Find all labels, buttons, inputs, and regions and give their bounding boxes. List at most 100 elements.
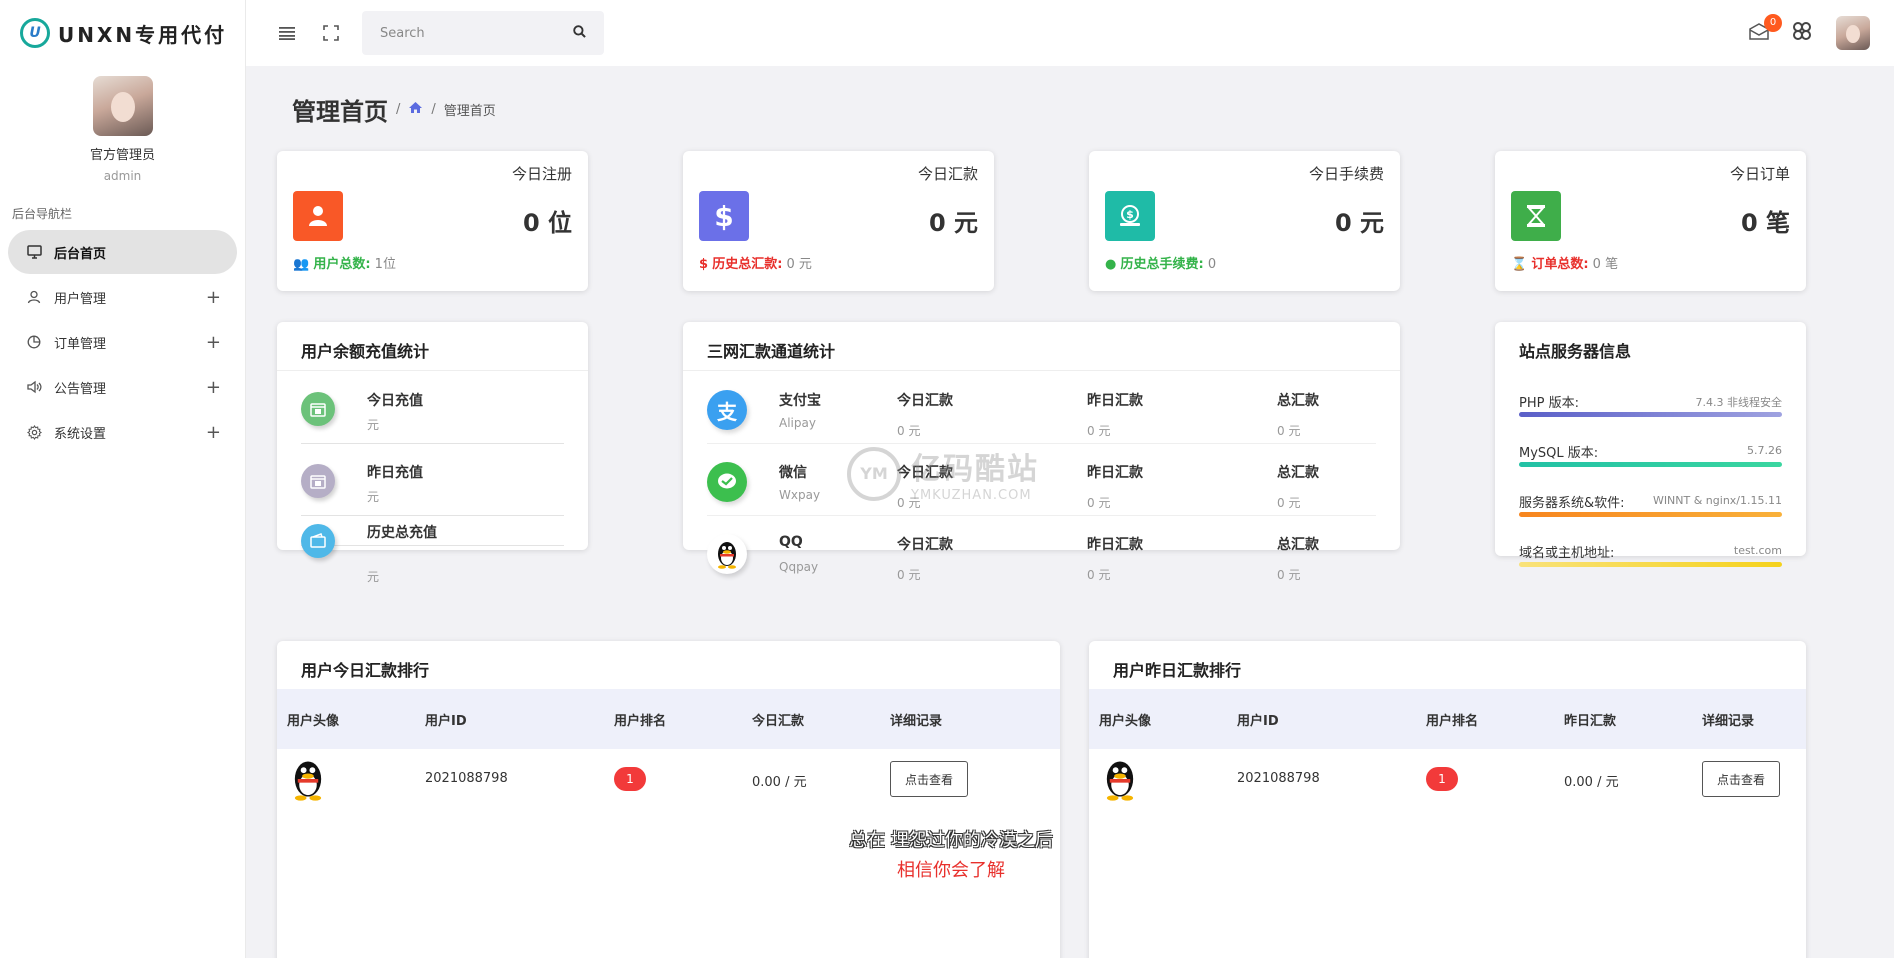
col-value: 0 元	[1087, 496, 1111, 510]
section-title: 站点服务器信息	[1519, 342, 1632, 361]
col-value: 0 元	[1087, 568, 1111, 582]
section-title: 用户昨日汇款排行	[1113, 661, 1242, 680]
expand-plus-icon[interactable]: +	[206, 377, 221, 398]
breadcrumb-separator: /	[431, 102, 436, 117]
stat-value: 0 元	[1334, 209, 1384, 237]
watermark-mark: YM	[860, 464, 888, 483]
sidebar-item-label: 后台首页	[54, 246, 107, 262]
users-icon: 👥	[293, 257, 310, 272]
section-title: 用户今日汇款排行	[301, 661, 430, 680]
video-subtitle: 总在 埋怨过你的冷漠之后 相信你会了解	[836, 826, 1066, 882]
apps-icon[interactable]	[1792, 21, 1812, 45]
stat-footer-label: 历史总手续费:	[1120, 257, 1204, 272]
profile-role: admin	[103, 169, 142, 183]
table-header: 用户头像 用户ID 用户排名 昨日汇款 详细记录	[1089, 689, 1806, 749]
stat-footer-label: 历史总汇款:	[712, 257, 783, 272]
list-item: 历史总充值	[301, 516, 564, 558]
server-info-card: 站点服务器信息 PHP 版本: 7.4.3 非线程安全 MySQL 版本: 5.…	[1495, 322, 1806, 567]
expand-plus-icon[interactable]: +	[206, 422, 221, 443]
stat-title: 今日手续费	[1308, 165, 1384, 183]
sidebar-item-users[interactable]: 用户管理 +	[8, 275, 237, 319]
user-avatar[interactable]	[1836, 16, 1870, 50]
profile-avatar[interactable]	[92, 76, 153, 136]
menu-toggle-icon[interactable]	[276, 22, 298, 44]
col-header: 用户ID	[1237, 714, 1279, 729]
recharge-unit: 元	[367, 418, 380, 432]
user-id: 2021088798	[425, 771, 508, 786]
stat-footer-label: 用户总数:	[313, 257, 371, 272]
money-bag-icon: ●	[1105, 257, 1117, 272]
server-info-label: 服务器系统&软件:	[1519, 496, 1625, 511]
qq-penguin-icon	[1106, 761, 1134, 801]
col-header: 用户头像	[1099, 714, 1152, 729]
sidebar-item-label: 公告管理	[54, 381, 107, 397]
section-title: 三网汇款通道统计	[707, 342, 836, 361]
col-header: 总汇款	[1277, 393, 1319, 409]
brand-name: UNXN专用代付	[58, 22, 228, 47]
fullscreen-icon[interactable]	[320, 22, 342, 44]
monitor-icon	[26, 244, 42, 260]
search-icon[interactable]	[573, 24, 586, 42]
amount: 0.00 / 元	[1564, 775, 1619, 790]
col-value: 0 元	[897, 568, 921, 582]
stat-value: 0 元	[928, 209, 978, 237]
stat-footer: ⌛ 订单总数: 0 笔	[1511, 253, 1618, 272]
sidebar-item-home[interactable]: 后台首页	[8, 230, 237, 274]
gear-icon	[26, 424, 42, 440]
channel-name: 微信	[779, 465, 807, 481]
recharge-label: 今日充值	[367, 393, 423, 409]
rank-today-card: 用户今日汇款排行 用户头像 用户ID 用户排名 今日汇款 详细记录 202108…	[277, 641, 1060, 958]
col-value: 0 元	[1087, 424, 1111, 438]
sidebar-item-orders[interactable]: 订单管理 +	[8, 320, 237, 364]
server-info-label: 域名或主机地址:	[1519, 546, 1615, 561]
col-header: 总汇款	[1277, 465, 1319, 481]
col-header: 今日汇款	[897, 393, 953, 409]
breadcrumb-current: 管理首页	[443, 104, 496, 119]
progress-bar	[1519, 562, 1782, 567]
server-info-value: test.com	[1733, 544, 1782, 557]
stat-title: 今日注册	[511, 165, 572, 183]
watermark-line2: YMKUZHAN.COM	[911, 488, 1032, 503]
col-value: 0 元	[1277, 424, 1301, 438]
view-details-button[interactable]: 点击查看	[890, 761, 968, 797]
col-header: 昨日汇款	[1087, 465, 1143, 481]
stat-footer: ● 历史总手续费: 0	[1105, 253, 1216, 272]
page-header: 管理首页 / / 管理首页	[292, 92, 496, 127]
sidebar-item-announcements[interactable]: 公告管理 +	[8, 365, 237, 409]
stat-title: 今日订单	[1729, 165, 1790, 183]
expand-plus-icon[interactable]: +	[206, 287, 221, 308]
server-info-label: MySQL 版本:	[1519, 446, 1599, 461]
yesterday-col: 昨日汇款 0 元	[1087, 462, 1143, 511]
recharge-unit: 元	[367, 570, 380, 584]
home-icon[interactable]	[408, 101, 423, 118]
sidebar-item-settings[interactable]: 系统设置 +	[8, 410, 237, 454]
recharge-stats-card: 用户余额充值统计 今日充值 元 昨日充值 元 历史总充值 元	[277, 322, 588, 584]
col-header: 详细记录	[1702, 714, 1755, 729]
sidebar-nav: 后台首页 用户管理 + 订单管理 + 公告管理 + 系统设置 +	[0, 222, 245, 454]
brand-logo-icon: U	[20, 18, 50, 48]
search-input[interactable]	[380, 25, 573, 41]
col-value: 0 元	[1277, 568, 1301, 582]
nav-section-title: 后台导航栏	[12, 207, 73, 221]
stat-card-fees: 今日手续费 $ 0 元 ● 历史总手续费: 0	[1089, 151, 1400, 291]
user-id: 2021088798	[1237, 771, 1320, 786]
channel-stats-card: 三网汇款通道统计 支 支付宝 Alipay 今日汇款 0 元 昨日汇款 0 元 总汇…	[683, 322, 1400, 582]
sidebar: U UNXN专用代付 官方管理员 admin 后台导航栏 后台首页 用户管理 +…	[0, 0, 246, 958]
topbar-right: 0	[1748, 0, 1870, 66]
channel-row-wxpay: 微信 Wxpay 今日汇款 0 元 昨日汇款 0 元 总汇款 0 元	[707, 444, 1376, 516]
col-value: 0 元	[1277, 496, 1301, 510]
rank-badge: 1	[1426, 767, 1458, 791]
channel-code: Wxpay	[779, 488, 821, 502]
expand-plus-icon[interactable]: +	[206, 332, 221, 353]
view-details-button[interactable]: 点击查看	[1702, 761, 1780, 797]
total-col: 总汇款 0 元	[1277, 534, 1319, 583]
subtitle-line2: 相信你会了解	[897, 860, 1005, 881]
brand[interactable]: U UNXN专用代付	[0, 0, 245, 66]
mail-count-badge: 0	[1764, 14, 1782, 32]
mail-button[interactable]: 0	[1748, 14, 1782, 44]
profile-name: 官方管理员	[89, 148, 155, 163]
server-info-row: 服务器系统&软件: WINNT & nginx/1.15.11	[1519, 492, 1782, 517]
col-header: 昨日汇款	[1564, 714, 1617, 729]
rank-yesterday-card: 用户昨日汇款排行 用户头像 用户ID 用户排名 昨日汇款 详细记录 202108…	[1089, 641, 1806, 958]
topbar: 0	[246, 0, 1894, 66]
